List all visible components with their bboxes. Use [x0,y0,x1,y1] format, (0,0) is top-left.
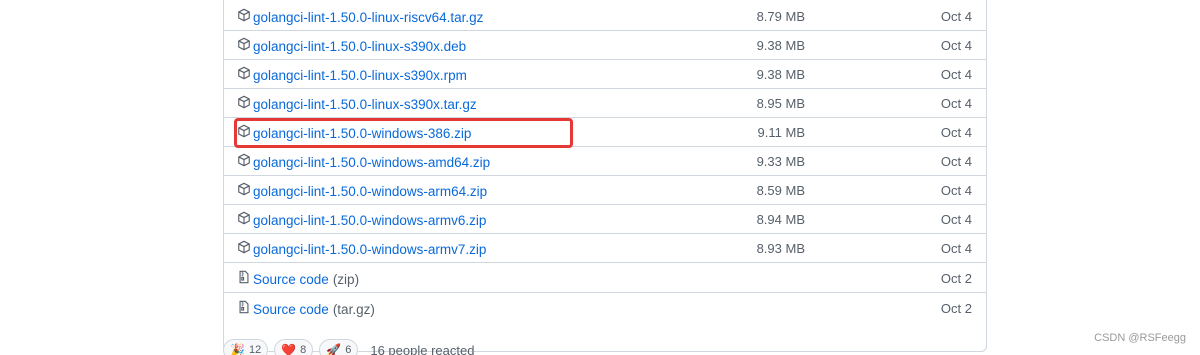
asset-link[interactable]: golangci-lint-1.50.0-linux-s390x.tar.gz [253,97,477,112]
rocket-icon: 🚀 [326,343,342,355]
file-zip-icon [237,300,253,316]
reaction-summary: 16 people reacted [370,342,475,355]
asset-row: golangci-lint-1.50.0-linux-riscv64.tar.g… [224,0,986,30]
assets-panel: golangci-lint-1.50.0-linux-riscv64.tar.g… [223,0,987,352]
asset-row: golangci-lint-1.50.0-windows-armv7.zip 8… [224,233,986,262]
asset-row-highlighted: golangci-lint-1.50.0-windows-386.zip 9.1… [224,117,986,146]
asset-size: 8.79 MB [756,9,805,24]
reaction-count: 12 [248,344,262,355]
heart-icon: ❤️ [281,343,297,355]
asset-link[interactable]: golangci-lint-1.50.0-windows-armv7.zip [253,242,486,257]
hooray-icon: 🎉 [230,343,245,355]
asset-size: 9.38 MB [756,67,805,82]
asset-row: golangci-lint-1.50.0-linux-s390x.tar.gz … [224,88,986,117]
source-code-suffix: (tar.gz) [332,302,375,317]
package-icon [237,124,253,140]
asset-row: golangci-lint-1.50.0-linux-s390x.rpm 9.3… [224,59,986,88]
asset-link[interactable]: golangci-lint-1.50.0-windows-amd64.zip [253,155,490,170]
asset-link[interactable]: golangci-lint-1.50.0-linux-s390x.deb [253,39,466,54]
asset-size: 8.93 MB [756,241,805,256]
reactions-bar: 🎉 12 ❤️ 8 🚀 6 16 people reacted [223,339,475,355]
asset-row: golangci-lint-1.50.0-windows-amd64.zip 9… [224,146,986,175]
package-icon [237,153,253,169]
asset-size: 8.59 MB [756,183,805,198]
reaction-heart-button[interactable]: ❤️ 8 [274,339,314,355]
asset-date: Oct 4 [940,38,972,53]
package-icon [237,95,253,111]
asset-link[interactable]: golangci-lint-1.50.0-linux-riscv64.tar.g… [253,10,483,25]
asset-date: Oct 4 [940,241,972,256]
release-assets-page: golangci-lint-1.50.0-linux-riscv64.tar.g… [0,0,1200,355]
asset-size: 8.95 MB [756,96,805,111]
file-zip-icon [237,270,253,286]
asset-row: golangci-lint-1.50.0-linux-s390x.deb 9.3… [224,30,986,59]
reaction-hooray-button[interactable]: 🎉 12 [223,339,269,355]
reaction-count: 6 [345,344,352,355]
reaction-count: 8 [300,344,307,355]
asset-date: Oct 4 [940,183,972,198]
asset-date: Oct 4 [940,9,972,24]
assets-list: golangci-lint-1.50.0-linux-riscv64.tar.g… [224,0,986,322]
source-code-suffix: (zip) [332,272,360,287]
asset-size: 9.11 MB [757,125,805,140]
asset-link[interactable]: golangci-lint-1.50.0-linux-s390x.rpm [253,68,467,83]
asset-row: golangci-lint-1.50.0-windows-arm64.zip 8… [224,175,986,204]
package-icon [237,8,253,24]
reaction-rocket-button[interactable]: 🚀 6 [319,339,359,355]
source-code-zip-link[interactable]: Source code (zip) [253,272,359,287]
package-icon [237,66,253,82]
asset-size: 8.94 MB [756,212,805,227]
source-code-label: Source code [253,302,329,317]
asset-date: Oct 4 [940,96,972,111]
source-code-label: Source code [253,272,329,287]
asset-date: Oct 2 [940,301,972,316]
asset-link[interactable]: golangci-lint-1.50.0-windows-386.zip [253,126,471,141]
asset-date: Oct 4 [940,212,972,227]
asset-date: Oct 2 [940,271,972,286]
package-icon [237,211,253,227]
asset-date: Oct 4 [940,154,972,169]
asset-date: Oct 4 [940,67,972,82]
package-icon [237,182,253,198]
asset-date: Oct 4 [940,125,972,140]
watermark: CSDN @RSFeegg [1094,332,1186,344]
package-icon [237,240,253,256]
asset-row: golangci-lint-1.50.0-windows-armv6.zip 8… [224,204,986,233]
asset-size: 9.38 MB [756,38,805,53]
asset-link[interactable]: golangci-lint-1.50.0-windows-armv6.zip [253,213,486,228]
asset-link[interactable]: golangci-lint-1.50.0-windows-arm64.zip [253,184,487,199]
package-icon [237,37,253,53]
asset-size: 9.33 MB [756,154,805,169]
source-code-row: Source code (tar.gz) Oct 2 [224,292,986,322]
source-code-row: Source code (zip) Oct 2 [224,262,986,292]
source-code-targz-link[interactable]: Source code (tar.gz) [253,302,375,317]
